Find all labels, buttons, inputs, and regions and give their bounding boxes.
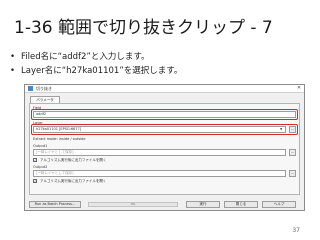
bullet-field-instruction: Filed名に“addf2”と入力します。	[10, 50, 182, 64]
help-button[interactable]: ヘルプ	[262, 201, 296, 208]
extract-mode-label: Extract mode: inside / outside	[33, 137, 86, 141]
layer-highlight	[31, 124, 298, 135]
dialog-title: 切り抜き	[36, 85, 52, 91]
output2-label: Output2	[33, 165, 48, 169]
close-icon[interactable]: ✕	[294, 85, 304, 92]
close-button[interactable]: 閉じる	[224, 201, 258, 208]
slide-title: 1-36 範囲で切り抜きクリップ - 7	[14, 18, 273, 38]
output1-input[interactable]: [一時レイヤとして保存]	[33, 149, 286, 156]
page-number: 37	[292, 227, 300, 234]
output2-browse-button[interactable]: …	[289, 170, 296, 177]
output1-open-checkbox[interactable]: ✓	[33, 158, 37, 162]
dialog-titlebar: 切り抜き ✕	[25, 85, 304, 93]
output1-checkbox-label: アルゴリズム実行後に出力ファイルを開く	[40, 158, 107, 162]
output2-checkbox-label: アルゴリズム実行後に出力ファイルを開く	[40, 179, 107, 183]
progress-bar: 0%	[88, 202, 178, 207]
output1-label: Output1	[33, 144, 48, 148]
bullet-layer-instruction: Layer名に“h27ka01101”を選択します。	[10, 64, 182, 78]
app-icon	[28, 86, 33, 91]
output1-browse-button[interactable]: …	[289, 149, 296, 156]
parameters-panel: Field addf2 Layer h27ka01101 [EPSG:6677]…	[29, 103, 300, 195]
clip-dialog-screenshot: 切り抜き ✕ パラメータ Field addf2 Layer h27ka0110…	[24, 84, 305, 211]
run-button[interactable]: 実行	[186, 201, 220, 208]
batch-process-button[interactable]: Run as Batch Process...	[29, 201, 81, 208]
bullet-list: Filed名に“addf2”と入力します。 Layer名に“h27ka01101…	[10, 50, 182, 78]
output2-open-checkbox[interactable]: ✓	[33, 179, 37, 183]
tab-parameters[interactable]: パラメータ	[30, 96, 60, 103]
field-highlight	[31, 109, 298, 120]
output2-input[interactable]: [一時レイヤとして保存]	[33, 170, 286, 177]
